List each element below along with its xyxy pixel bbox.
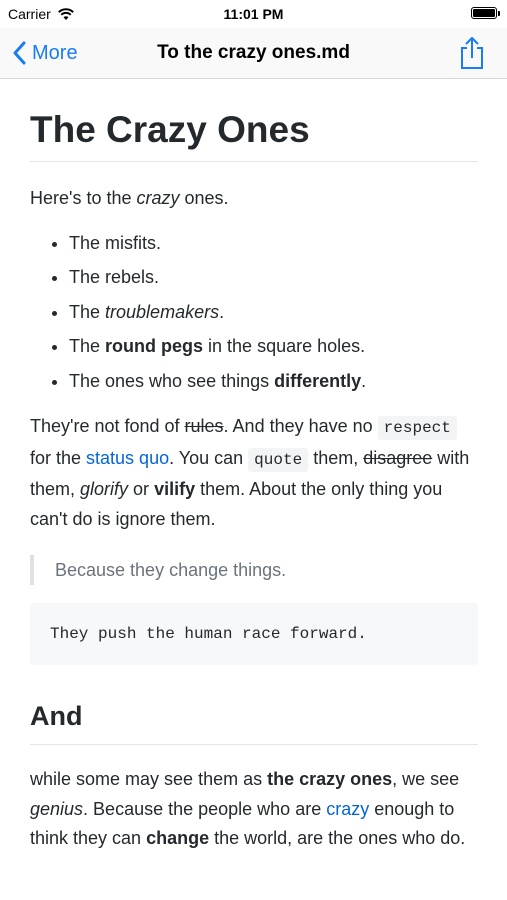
code-block: They push the human race forward.: [30, 603, 478, 665]
list-item: The rebels.: [69, 260, 478, 295]
strikethrough-text: rules: [184, 416, 224, 436]
status-quo-link[interactable]: status quo: [86, 448, 169, 468]
strikethrough-text: disagree: [363, 447, 433, 468]
share-icon[interactable]: [459, 36, 485, 70]
list-item: The round pegs in the square holes.: [69, 329, 478, 364]
crazy-link[interactable]: crazy: [326, 799, 369, 819]
navigation-bar: More To the crazy ones.md: [0, 28, 507, 79]
body-paragraph: while some may see them as the crazy one…: [30, 769, 466, 848]
doc-heading-1: The Crazy Ones: [30, 108, 478, 162]
list-item: The misfits.: [69, 226, 478, 261]
bullet-list: The misfits. The rebels. The troublemake…: [30, 226, 478, 399]
intro-paragraph: Here's to the crazy ones.: [30, 188, 229, 208]
status-bar: Carrier 11:01 PM: [0, 0, 507, 28]
status-time: 11:01 PM: [223, 6, 284, 22]
blockquote: Because they change things.: [30, 555, 478, 585]
list-item: The ones who see things differently.: [69, 364, 478, 399]
inline-code: quote: [248, 447, 309, 472]
markdown-document: The Crazy Ones Here's to the crazy ones.…: [30, 80, 478, 854]
inline-code: respect: [377, 416, 457, 440]
body-paragraph: They're not fond of rules. And they have…: [30, 416, 470, 529]
battery-icon: [471, 7, 500, 19]
doc-heading-2: And: [30, 699, 478, 745]
list-item: The troublemakers.: [69, 295, 478, 330]
nav-title: To the crazy ones.md: [157, 42, 350, 63]
